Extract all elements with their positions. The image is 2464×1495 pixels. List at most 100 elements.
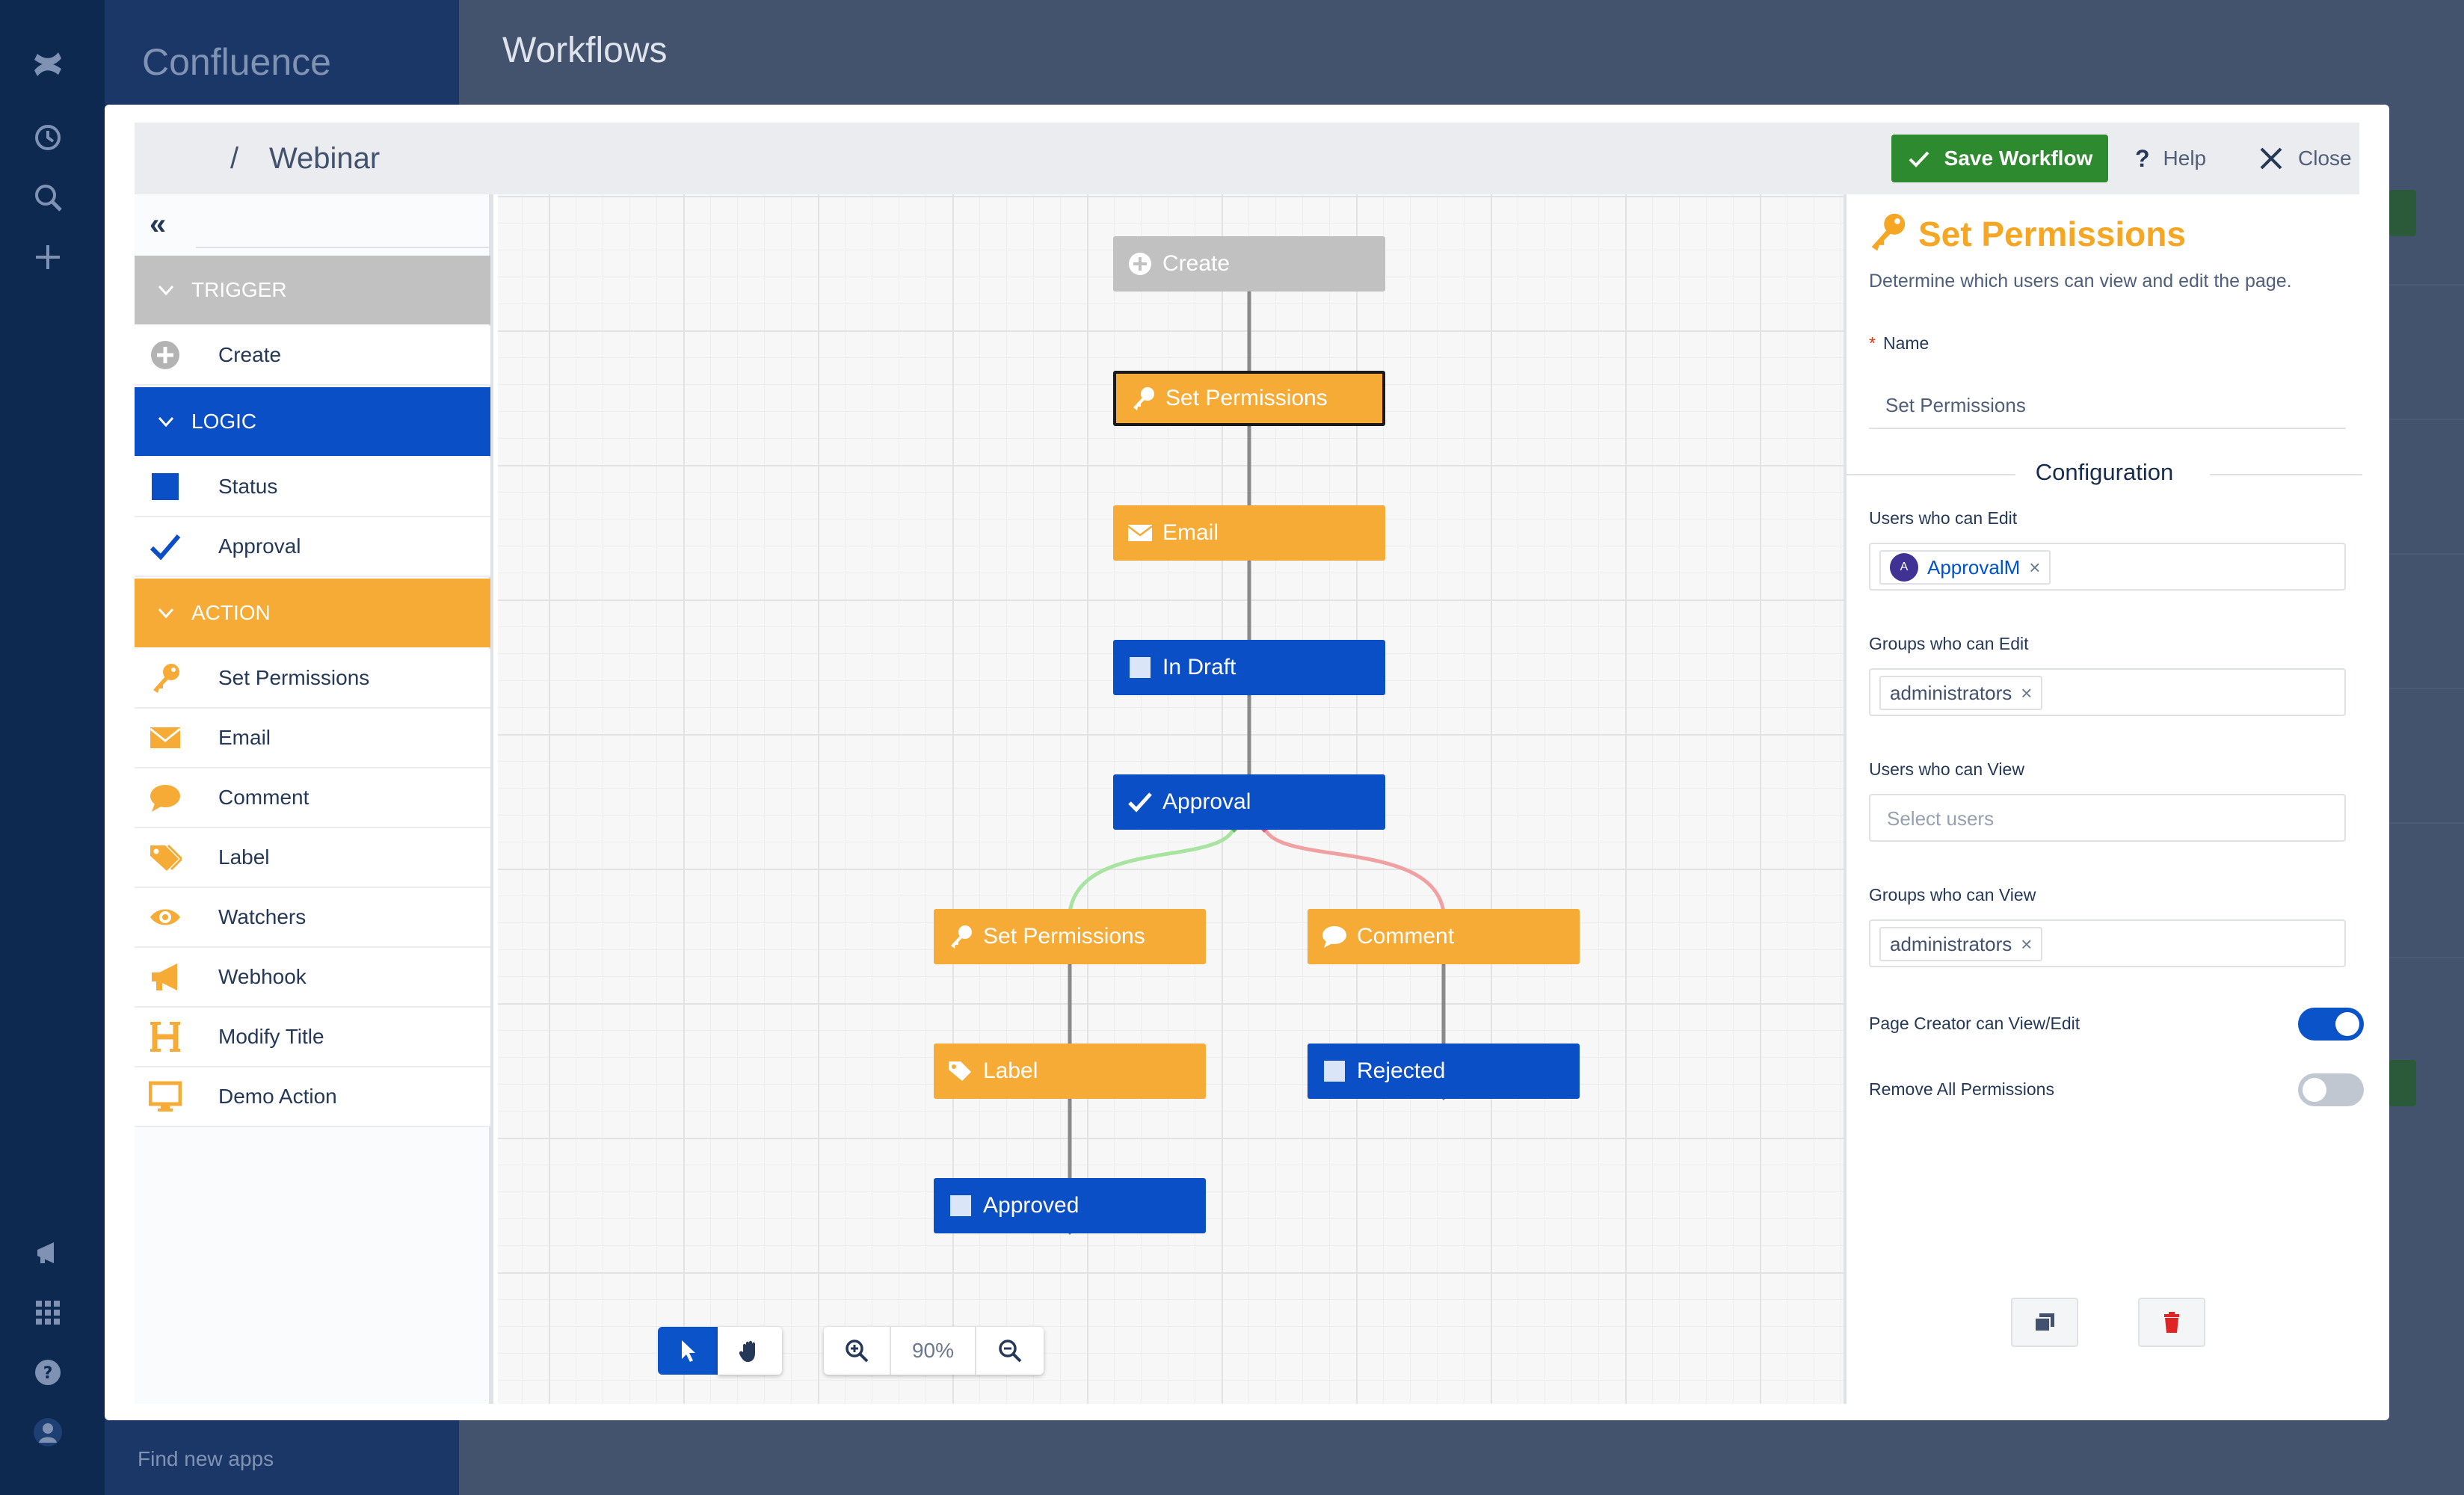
help-label: Help <box>2163 147 2207 170</box>
remove-chip-icon[interactable]: × <box>2029 556 2040 579</box>
notifications-megaphone-icon[interactable] <box>27 1232 69 1274</box>
section-trigger[interactable]: TRIGGER <box>135 256 490 324</box>
remove-all-toggle-label: Remove All Permissions <box>1869 1079 2054 1099</box>
properties-title: Set Permissions <box>1918 215 2186 253</box>
palette-item-watchers[interactable]: Watchers <box>135 888 490 948</box>
section-label: LOGIC <box>191 410 257 433</box>
node-label: In Draft <box>1162 655 1236 679</box>
section-label: ACTION <box>191 601 271 624</box>
node-label: Label <box>983 1058 1038 1083</box>
help-button[interactable]: ? Help <box>2135 135 2206 182</box>
background-page-title: Workflows <box>502 31 668 70</box>
name-label-text: Name <box>1882 333 1929 353</box>
background-button-stub <box>2389 190 2416 236</box>
palette-item-status[interactable]: Status <box>135 457 490 517</box>
square-icon <box>148 469 182 504</box>
workflow-node-label[interactable]: Label <box>934 1044 1206 1099</box>
checkmark-icon <box>1127 789 1154 816</box>
palette-item-approval[interactable]: Approval <box>135 517 490 577</box>
search-icon[interactable] <box>27 176 69 218</box>
remove-chip-icon[interactable]: × <box>2021 933 2032 956</box>
duplicate-step-button[interactable] <box>2011 1298 2078 1347</box>
palette-item-demo-action[interactable]: Demo Action <box>135 1067 490 1127</box>
product-name: Confluence <box>142 41 331 83</box>
users-view-select[interactable]: Select users <box>1869 794 2346 842</box>
zoom-level: 90% <box>891 1327 976 1375</box>
node-label: Create <box>1162 251 1231 276</box>
remove-chip-icon[interactable]: × <box>2021 682 2032 705</box>
remove-all-permissions-toggle[interactable] <box>2298 1073 2364 1106</box>
palette-item-label: Watchers <box>218 905 307 928</box>
find-new-apps-link[interactable]: Find new apps <box>138 1447 274 1471</box>
megaphone-icon <box>148 960 182 994</box>
workflow-node-set-permissions-approved[interactable]: Set Permissions <box>934 909 1206 964</box>
workflow-node-in-draft[interactable]: In Draft <box>1113 640 1385 695</box>
checkmark-icon <box>1909 151 1929 167</box>
creator-can-view-edit-toggle[interactable] <box>2298 1008 2364 1041</box>
background-button-stub <box>2389 1060 2416 1106</box>
workflow-node-create[interactable]: Create <box>1113 236 1385 292</box>
palette-item-modify-title[interactable]: Modify Title <box>135 1008 490 1067</box>
global-navigation-rail: ? <box>0 0 105 1495</box>
workflow-node-approval[interactable]: Approval <box>1113 774 1385 830</box>
profile-avatar-icon[interactable] <box>27 1411 69 1453</box>
node-label: Set Permissions <box>1165 386 1328 410</box>
palette-item-email[interactable]: Email <box>135 709 490 768</box>
palette-item-comment[interactable]: Comment <box>135 768 490 828</box>
users-view-placeholder: Select users <box>1887 807 1995 830</box>
select-tool-button[interactable] <box>658 1327 718 1375</box>
collapse-palette-button[interactable]: « <box>150 208 166 241</box>
users-edit-label: Users who can Edit <box>1869 508 2018 528</box>
pan-tool-button[interactable] <box>718 1327 782 1375</box>
step-palette: « TRIGGER Create LOGIC Status Approval A… <box>135 194 493 1404</box>
square-icon <box>1321 1058 1348 1085</box>
user-chip: A ApprovalM × <box>1879 550 2051 585</box>
delete-step-button[interactable] <box>2138 1298 2205 1347</box>
workflow-node-email[interactable]: Email <box>1113 505 1385 561</box>
node-label: Rejected <box>1357 1058 1446 1083</box>
name-input[interactable] <box>1869 383 2346 429</box>
eye-icon <box>148 900 182 934</box>
groups-edit-label: Groups who can Edit <box>1869 634 2029 653</box>
workflow-node-set-permissions[interactable]: Set Permissions <box>1113 371 1385 426</box>
palette-item-create[interactable]: Create <box>135 326 490 386</box>
palette-item-label[interactable]: Label <box>135 828 490 888</box>
node-label: Approval <box>1162 789 1251 814</box>
workflow-node-rejected[interactable]: Rejected <box>1308 1044 1580 1099</box>
help-icon[interactable]: ? <box>27 1351 69 1393</box>
group-chip-label: administrators <box>1890 932 2012 955</box>
palette-item-label: Approval <box>218 534 301 558</box>
palette-divider <box>196 247 490 248</box>
app-switcher-icon[interactable] <box>27 1292 69 1334</box>
palette-item-set-permissions[interactable]: Set Permissions <box>135 649 490 709</box>
section-logic[interactable]: LOGIC <box>135 387 490 456</box>
heading-icon <box>148 1020 182 1054</box>
workflow-node-comment[interactable]: Comment <box>1308 909 1580 964</box>
close-icon <box>2260 147 2282 170</box>
node-label: Approved <box>983 1193 1079 1218</box>
groups-view-select[interactable]: administrators × <box>1869 919 2346 967</box>
key-icon <box>1130 385 1156 412</box>
users-view-label: Users who can View <box>1869 759 2024 779</box>
envelope-icon <box>1127 520 1154 546</box>
palette-item-label: Modify Title <box>218 1025 324 1048</box>
groups-edit-select[interactable]: administrators × <box>1869 668 2346 716</box>
recent-history-icon[interactable] <box>27 117 69 158</box>
confluence-logo-icon[interactable] <box>27 43 69 85</box>
palette-item-webhook[interactable]: Webhook <box>135 948 490 1008</box>
cursor-arrow-icon <box>682 1340 695 1362</box>
section-label: TRIGGER <box>191 278 287 301</box>
create-plus-icon[interactable] <box>27 236 69 278</box>
close-button[interactable]: Close <box>2258 135 2352 182</box>
save-workflow-button[interactable]: Save Workflow <box>1891 135 2108 182</box>
chevron-down-icon <box>158 608 174 619</box>
envelope-icon <box>148 721 182 755</box>
plus-circle-icon <box>148 338 182 372</box>
users-edit-select[interactable]: A ApprovalM × <box>1869 543 2346 591</box>
workflow-canvas[interactable]: Create Set Permissions Email In Draft Ap… <box>498 194 1844 1404</box>
section-action[interactable]: ACTION <box>135 579 490 647</box>
workflow-node-approved[interactable]: Approved <box>934 1178 1206 1233</box>
zoom-in-button[interactable] <box>824 1327 891 1375</box>
zoom-out-button[interactable] <box>976 1327 1044 1375</box>
node-label: Set Permissions <box>983 924 1145 949</box>
